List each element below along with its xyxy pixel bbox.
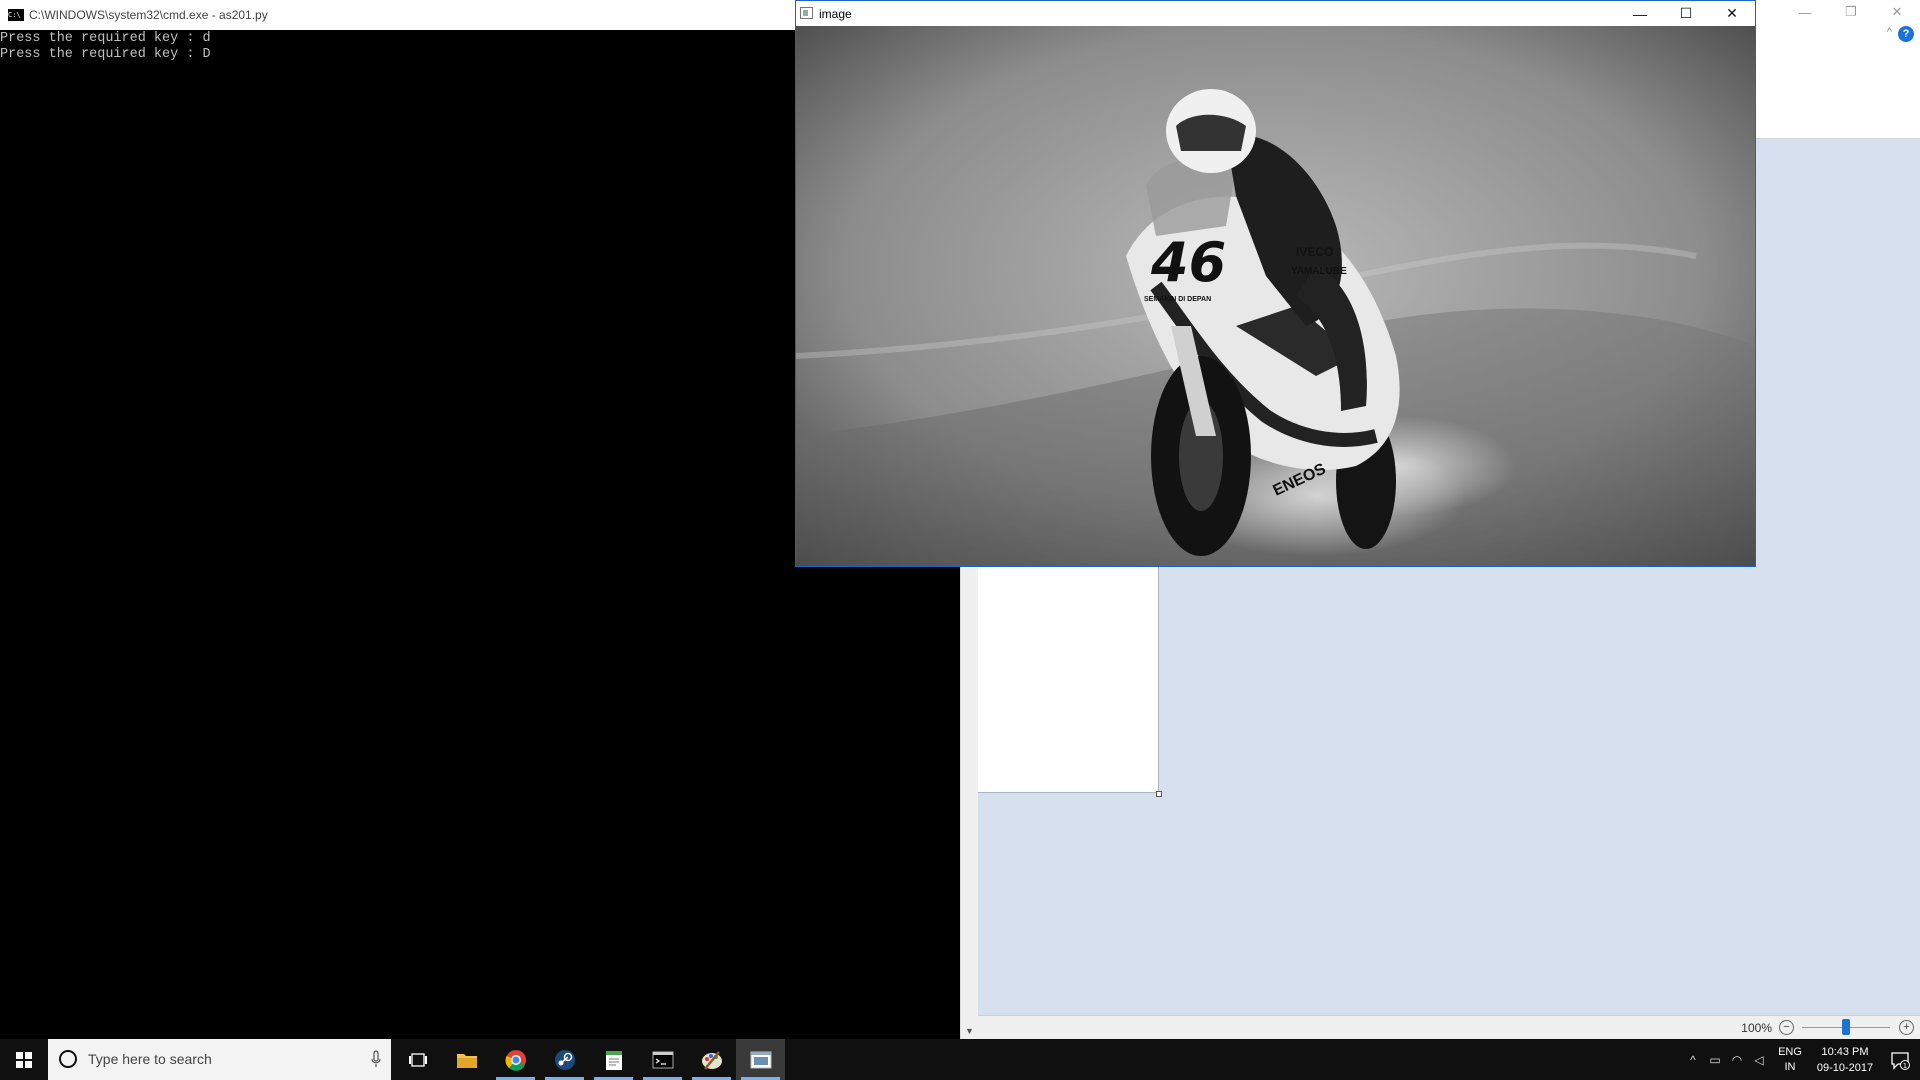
show-hidden-icons-icon[interactable]: ^ xyxy=(1682,1053,1704,1067)
wifi-icon[interactable]: ◠ xyxy=(1726,1053,1748,1067)
canvas-resize-handle[interactable] xyxy=(1156,791,1162,797)
notification-icon: 1 xyxy=(1891,1051,1910,1070)
maximize-button[interactable]: ☐ xyxy=(1663,1,1709,26)
taskbar: Type here to search ^ ▭ ◠ ◁ ENG IN 10:43… xyxy=(0,1039,1920,1080)
system-tray: ^ ▭ ◠ ◁ ENG IN 10:43 PM 09-10-2017 1 xyxy=(1682,1039,1920,1080)
chrome-button[interactable] xyxy=(491,1039,540,1080)
image-window-title: image xyxy=(819,7,852,21)
paint-restore-button[interactable]: ❐ xyxy=(1828,0,1874,24)
search-placeholder: Type here to search xyxy=(88,1051,212,1067)
bike-number: 46 xyxy=(1150,231,1226,294)
language-region: IN xyxy=(1784,1060,1796,1073)
motorcycle-photo: 46 IVECO YAMALUBE ENEOS SEMAKIN DI DEPAN xyxy=(796,26,1755,566)
sponsor-label: YAMALUBE xyxy=(1291,266,1347,277)
clock-date: 09-10-2017 xyxy=(1816,1061,1874,1074)
terminal-icon xyxy=(652,1051,673,1068)
microphone-icon[interactable] xyxy=(371,1050,381,1068)
cortana-icon xyxy=(59,1050,77,1068)
steam-button[interactable] xyxy=(540,1039,589,1080)
collapse-ribbon-icon[interactable]: ^ xyxy=(1887,26,1892,38)
minimize-button[interactable]: — xyxy=(1617,1,1663,26)
battery-icon[interactable]: ▭ xyxy=(1704,1053,1726,1067)
file-explorer-button[interactable] xyxy=(442,1039,491,1080)
clock-time: 10:43 PM xyxy=(1821,1045,1869,1058)
taskbar-search-box[interactable]: Type here to search xyxy=(48,1039,391,1080)
task-view-button[interactable] xyxy=(393,1039,442,1080)
cmd-button[interactable] xyxy=(638,1039,687,1080)
language-code: ENG xyxy=(1778,1045,1802,1058)
paint-status-bar: 100% − + xyxy=(960,1015,1920,1040)
chrome-icon xyxy=(504,1049,526,1071)
zoom-slider-thumb[interactable] xyxy=(1842,1019,1850,1035)
cmd-line: Press the required key : D xyxy=(0,47,211,62)
sponsor-label: IVECO xyxy=(1296,245,1333,259)
windows-logo-icon xyxy=(16,1051,32,1068)
window-app-icon xyxy=(800,7,813,19)
image-viewer-button[interactable] xyxy=(736,1039,785,1080)
zoom-out-button[interactable]: − xyxy=(1779,1020,1794,1035)
start-button[interactable] xyxy=(0,1039,48,1080)
folder-icon xyxy=(456,1053,477,1068)
cmd-output[interactable]: Press the required key : d Press the requ… xyxy=(0,31,211,63)
clock[interactable]: 10:43 PM 09-10-2017 xyxy=(1810,1044,1880,1076)
steam-icon xyxy=(554,1049,575,1070)
notepad-icon xyxy=(605,1050,622,1070)
close-button[interactable]: ✕ xyxy=(1709,1,1755,26)
paint-close-button[interactable]: ✕ xyxy=(1874,0,1920,24)
zoom-level: 100% xyxy=(1741,1021,1772,1035)
image-window-titlebar[interactable]: image — ☐ ✕ xyxy=(796,1,1755,26)
volume-icon[interactable]: ◁ xyxy=(1748,1053,1770,1067)
cmd-app-icon: C:\ xyxy=(8,9,24,21)
image-window-icon xyxy=(750,1051,771,1068)
notification-count: 1 xyxy=(1903,1062,1907,1070)
action-center-button[interactable]: 1 xyxy=(1880,1039,1920,1080)
language-indicator[interactable]: ENG IN xyxy=(1770,1045,1810,1075)
paint-canvas[interactable] xyxy=(978,566,1159,793)
task-view-icon xyxy=(408,1052,427,1067)
help-icon[interactable]: ? xyxy=(1898,26,1914,42)
image-window: image — ☐ ✕ 46 IVECO YAMALUBE ENEOS SEMA… xyxy=(795,0,1756,567)
cmd-line: Press the required key : d xyxy=(0,31,211,46)
cmd-window-title: C:\WINDOWS\system32\cmd.exe - as201.py xyxy=(29,8,268,22)
paint-minimize-button[interactable]: — xyxy=(1782,0,1828,24)
taskbar-apps xyxy=(393,1039,785,1080)
paint-window-controls: — ❐ ✕ xyxy=(1782,0,1920,30)
paint-button[interactable] xyxy=(687,1039,736,1080)
paint-palette-icon xyxy=(701,1050,722,1070)
zoom-in-button[interactable]: + xyxy=(1899,1020,1914,1035)
image-window-controls: — ☐ ✕ xyxy=(1617,1,1755,26)
sponsor-label: SEMAKIN DI DEPAN xyxy=(1144,296,1211,303)
scroll-down-arrow-icon[interactable]: ▼ xyxy=(963,1025,976,1037)
notepad-button[interactable] xyxy=(589,1039,638,1080)
